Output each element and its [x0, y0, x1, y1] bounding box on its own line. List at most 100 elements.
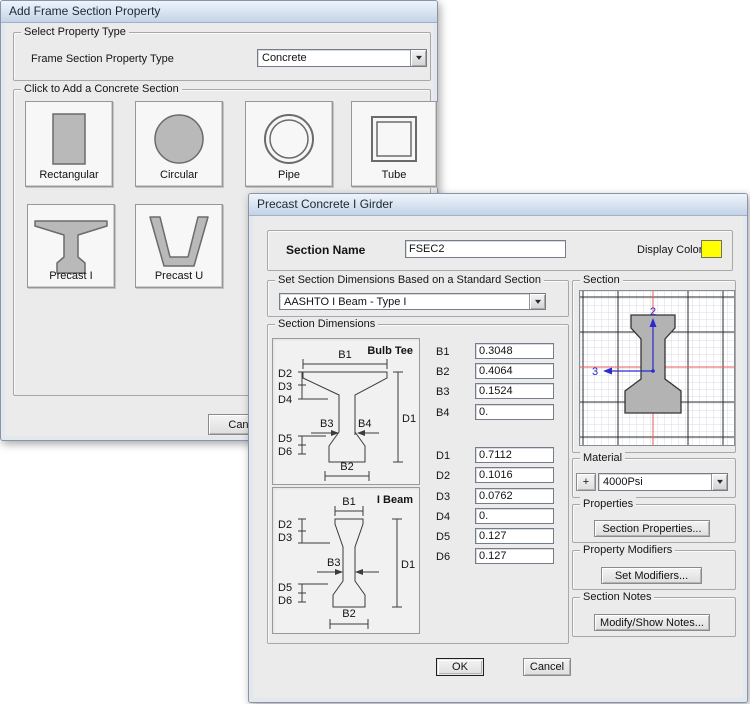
cancel-button[interactable]: Cancel: [523, 658, 571, 676]
section-preview-legend: Section: [580, 273, 623, 288]
dropdown-arrow-icon[interactable]: [711, 474, 727, 490]
circular-section-button[interactable]: Circular: [135, 101, 223, 187]
axis-2-label: 2: [650, 306, 656, 318]
dim-b3: B3: [327, 557, 340, 569]
field-label-b4: B4: [436, 407, 449, 419]
standard-section-legend: Set Section Dimensions Based on a Standa…: [275, 273, 544, 288]
field-label-b3: B3: [436, 386, 449, 398]
dim-d2: D2: [278, 368, 292, 380]
frame-section-type-label: Frame Section Property Type: [31, 53, 174, 65]
standard-section-select[interactable]: AASHTO I Beam - Type I: [279, 293, 546, 310]
precast-i-section-icon: [33, 214, 109, 276]
i-beam-title: I Beam: [377, 494, 413, 506]
bulb-tee-title: Bulb Tee: [367, 345, 413, 357]
girder-dialog-title: Precast Concrete I Girder: [257, 197, 393, 211]
ok-button[interactable]: OK: [436, 658, 484, 676]
field-input-b4[interactable]: [475, 404, 554, 420]
properties-legend: Properties: [580, 497, 636, 512]
i-beam-diagram: I Beam B1 D2 D3 B3 D1 D5 D6: [273, 488, 419, 633]
section-name-label: Section Name: [286, 243, 365, 257]
field-input-d4[interactable]: [475, 508, 554, 524]
dim-d3: D3: [278, 532, 292, 544]
gallery-label: Circular: [136, 169, 222, 181]
tube-section-button[interactable]: Tube: [351, 101, 437, 187]
field-label-b1: B1: [436, 346, 449, 358]
add-material-button[interactable]: +: [576, 473, 596, 491]
section-preview-plot: 2 3: [580, 291, 734, 445]
field-label-d6: D6: [436, 551, 450, 563]
display-color-label: Display Color: [637, 244, 702, 256]
bulb-tee-diagram: Bulb Tee B1 D2 D3 D4 B3 B4 D1: [273, 339, 419, 484]
field-input-d6[interactable]: [475, 548, 554, 564]
dim-d6: D6: [278, 595, 292, 607]
girder-dialog-titlebar[interactable]: Precast Concrete I Girder: [249, 194, 747, 216]
property-modifiers-legend: Property Modifiers: [580, 543, 675, 558]
tube-section-icon: [367, 111, 421, 167]
dim-d4: D4: [278, 394, 292, 406]
field-label-d5: D5: [436, 531, 450, 543]
dim-d3: D3: [278, 381, 292, 393]
dim-d1: D1: [402, 413, 416, 425]
section-notes-legend: Section Notes: [580, 590, 654, 605]
field-input-b2[interactable]: [475, 363, 554, 379]
field-input-d2[interactable]: [475, 467, 554, 483]
gallery-label: Pipe: [246, 169, 332, 181]
section-preview-box: 2 3: [579, 290, 735, 446]
gallery-label: Precast I: [28, 270, 114, 282]
rectangle-section-icon: [43, 111, 95, 167]
dim-b2: B2: [342, 608, 355, 620]
gallery-label: Precast U: [136, 270, 222, 282]
i-beam-diagram-panel: I Beam B1 D2 D3 B3 D1 D5 D6: [272, 487, 420, 634]
precast-girder-dialog: Precast Concrete I Girder Section Name D…: [248, 193, 748, 703]
dim-d2: D2: [278, 519, 292, 531]
dropdown-arrow-icon[interactable]: [410, 50, 426, 66]
precast-i-section-button[interactable]: Precast I: [27, 204, 115, 288]
axis-3-label: 3: [592, 366, 598, 378]
dim-d5: D5: [278, 582, 292, 594]
dim-b1: B1: [342, 496, 355, 508]
dim-b2: B2: [340, 461, 353, 473]
dim-b1: B1: [338, 349, 351, 361]
bulb-tee-outline: [303, 372, 387, 462]
pipe-section-button[interactable]: Pipe: [245, 101, 333, 187]
dim-d1: D1: [401, 559, 415, 571]
modify-show-notes-button[interactable]: Modify/Show Notes...: [594, 614, 710, 631]
field-input-b3[interactable]: [475, 383, 554, 399]
field-label-d4: D4: [436, 511, 450, 523]
gallery-label: Tube: [352, 169, 436, 181]
dim-d6: D6: [278, 446, 292, 458]
dropdown-arrow-icon[interactable]: [529, 294, 545, 309]
material-select[interactable]: 4000Psi: [598, 473, 728, 491]
standard-section-value: AASHTO I Beam - Type I: [284, 296, 406, 308]
field-label-b2: B2: [436, 366, 449, 378]
dim-d5: D5: [278, 433, 292, 445]
rectangular-section-button[interactable]: Rectangular: [25, 101, 113, 187]
field-input-d1[interactable]: [475, 447, 554, 463]
dim-b4: B4: [358, 418, 371, 430]
section-dimensions-legend: Section Dimensions: [275, 317, 378, 332]
circle-section-icon: [152, 111, 206, 167]
field-input-d5[interactable]: [475, 528, 554, 544]
material-value: 4000Psi: [603, 476, 643, 488]
dim-b3: B3: [320, 418, 333, 430]
screen: Add Frame Section Property Select Proper…: [0, 0, 750, 704]
field-input-d3[interactable]: [475, 488, 554, 504]
field-label-d2: D2: [436, 470, 450, 482]
concrete-section-legend: Click to Add a Concrete Section: [21, 82, 182, 97]
display-color-swatch[interactable]: [701, 240, 722, 258]
gallery-label: Rectangular: [26, 169, 112, 181]
select-property-type-legend: Select Property Type: [21, 25, 129, 40]
add-frame-dialog-title: Add Frame Section Property: [9, 4, 160, 18]
pipe-section-icon: [262, 111, 316, 167]
precast-u-section-icon: [147, 214, 211, 272]
frame-section-type-value: Concrete: [262, 52, 307, 64]
field-label-d1: D1: [436, 450, 450, 462]
bulb-tee-diagram-panel: Bulb Tee B1 D2 D3 D4 B3 B4 D1: [272, 338, 420, 485]
precast-u-section-button[interactable]: Precast U: [135, 204, 223, 288]
section-name-input[interactable]: [405, 240, 566, 258]
set-modifiers-button[interactable]: Set Modifiers...: [601, 567, 702, 584]
add-frame-dialog-titlebar[interactable]: Add Frame Section Property: [1, 1, 437, 23]
field-input-b1[interactable]: [475, 343, 554, 359]
section-properties-button[interactable]: Section Properties...: [594, 520, 710, 537]
frame-section-type-select[interactable]: Concrete: [257, 49, 427, 67]
